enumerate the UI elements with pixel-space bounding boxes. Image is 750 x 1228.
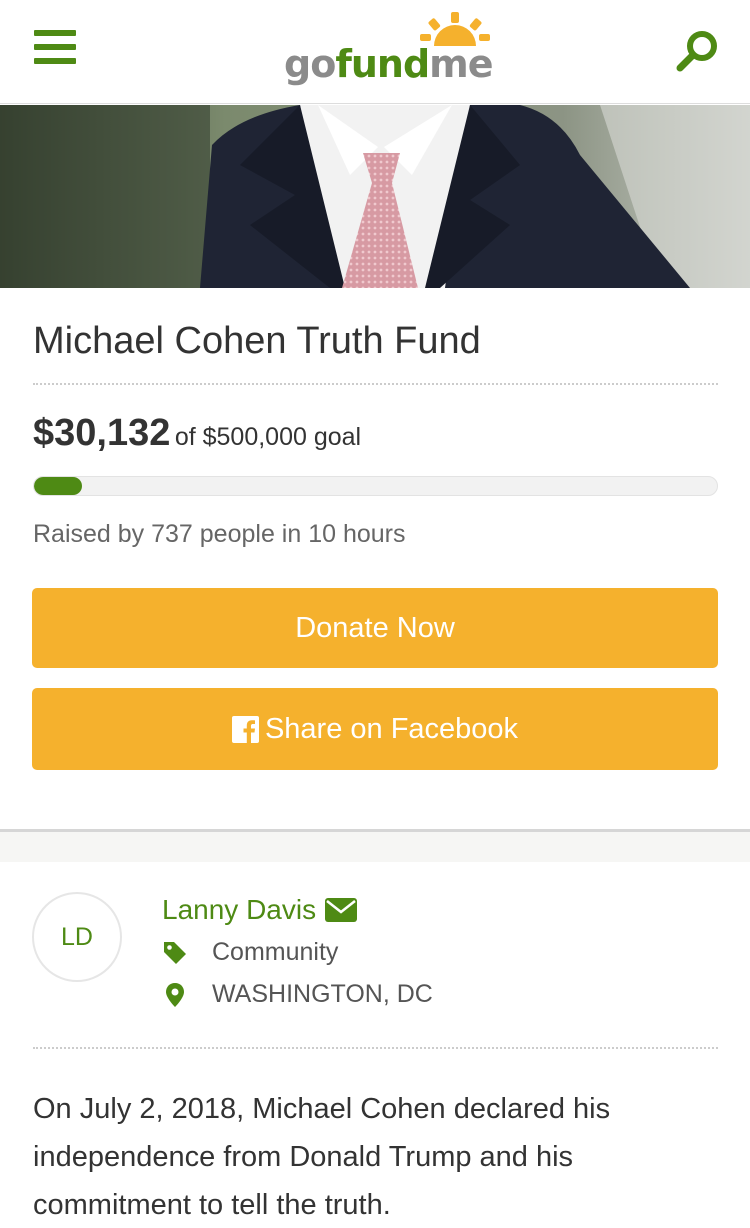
divider xyxy=(33,1047,718,1049)
logo-sun-icon xyxy=(420,12,490,46)
campaign-title: Michael Cohen Truth Fund xyxy=(33,320,481,362)
location-label: WASHINGTON, DC xyxy=(212,980,433,1008)
hamburger-line xyxy=(34,44,76,50)
logo-wordmark: gofundme xyxy=(284,42,494,86)
share-on-facebook-label: Share on Facebook xyxy=(264,712,519,745)
organizer-initials: LD xyxy=(61,922,93,951)
map-pin-icon xyxy=(162,982,188,1008)
hamburger-line xyxy=(34,30,76,36)
campaign-photo xyxy=(0,105,750,288)
category-label[interactable]: Community xyxy=(212,938,338,967)
organizer-avatar[interactable]: LD xyxy=(32,892,122,982)
donate-now-button[interactable]: Donate Now xyxy=(32,588,718,668)
campaign-photo-illustration xyxy=(0,105,750,288)
organizer-name[interactable]: Lanny Davis xyxy=(162,894,316,926)
top-nav-bar: gofundme xyxy=(0,0,750,104)
progress-bar-fill xyxy=(34,477,82,495)
gofundme-logo[interactable]: gofundme xyxy=(282,12,502,88)
progress-bar xyxy=(33,476,718,496)
envelope-icon[interactable] xyxy=(324,897,358,923)
donate-now-label: Donate Now xyxy=(295,611,455,644)
organizer-name-row: Lanny Davis xyxy=(162,894,358,926)
funding-summary: $30,132 of $500,000 goal xyxy=(33,412,361,455)
raised-amount: $30,132 xyxy=(33,412,171,454)
campaign-description: On July 2, 2018, Michael Cohen declared … xyxy=(33,1093,611,1221)
location-row: WASHINGTON, DC xyxy=(162,980,433,1009)
facebook-icon xyxy=(231,715,259,743)
raised-by-text: Raised by 737 people in 10 hours xyxy=(33,520,406,548)
divider xyxy=(33,383,718,385)
category-row: Community xyxy=(162,938,338,967)
section-gap xyxy=(0,832,750,862)
hamburger-line xyxy=(34,58,76,64)
share-on-facebook-button[interactable]: Share on Facebook xyxy=(32,688,718,770)
goal-text: of $500,000 goal xyxy=(174,423,362,451)
hamburger-icon[interactable] xyxy=(34,28,78,68)
tag-icon xyxy=(162,940,188,966)
search-icon[interactable] xyxy=(672,26,722,76)
